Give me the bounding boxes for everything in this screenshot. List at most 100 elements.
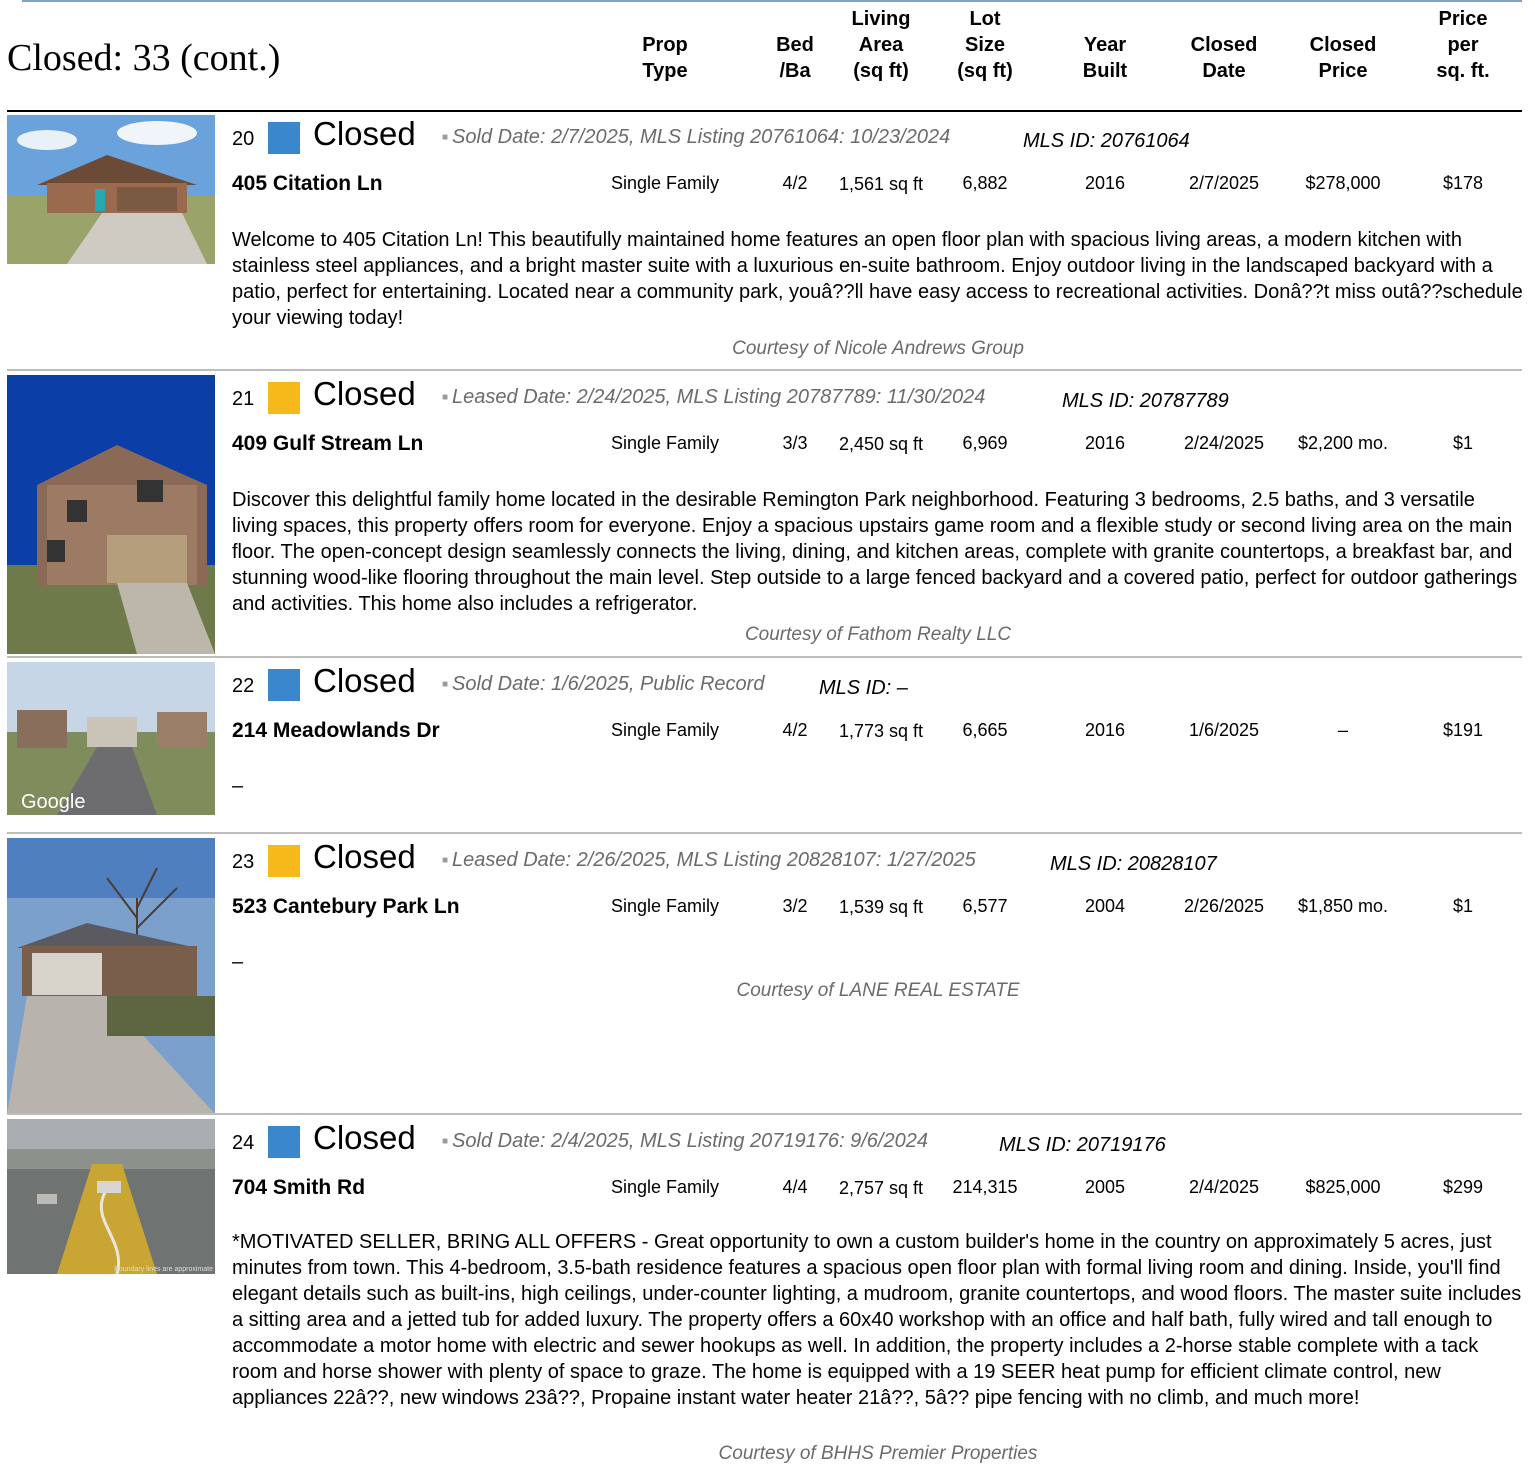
- address-link[interactable]: 405 Citation Ln: [232, 172, 383, 196]
- column-header-price-per-sqft: Price per sq. ft.: [1436, 8, 1490, 82]
- closed-price: –: [1337, 720, 1349, 740]
- year-built: 2016: [1084, 173, 1126, 193]
- street-view-photo[interactable]: Google: [7, 662, 215, 815]
- sale-info: ■ Leased Date: 2/24/2025, MLS Listing 207…: [442, 386, 986, 408]
- prop-type: Single Family: [610, 720, 720, 740]
- price-per-sqft: $1: [1452, 896, 1474, 916]
- address-link[interactable]: 523 Cantebury Park Ln: [232, 895, 460, 919]
- lot-size: 6,882: [962, 173, 1008, 193]
- listing-number: 21: [232, 388, 255, 410]
- closed-date: 2/26/2025: [1183, 896, 1265, 916]
- prop-type: Single Family: [610, 173, 720, 193]
- bed-ba: 3/3: [782, 433, 808, 453]
- top-rule: [22, 0, 1522, 2]
- description: –: [232, 951, 244, 973]
- description: Discover this delightful family home loc…: [232, 489, 1518, 615]
- mls-id: MLS ID: 20761064: [1023, 130, 1190, 152]
- description: Welcome to 405 Citation Ln! This beautif…: [232, 229, 1523, 329]
- google-watermark: Google: [21, 791, 86, 813]
- house-photo[interactable]: [7, 115, 215, 264]
- row-separator: [7, 1113, 1522, 1115]
- courtesy-text: Courtesy of BHHS Premier Properties: [718, 1443, 1038, 1464]
- mls-id: MLS ID: 20787789: [1062, 390, 1229, 412]
- prop-type: Single Family: [610, 1177, 720, 1197]
- listing-number: 24: [232, 1132, 255, 1154]
- prop-type: Single Family: [610, 433, 720, 453]
- prop-type: Single Family: [610, 896, 720, 916]
- listing-number: 20: [232, 128, 255, 150]
- courtesy-text: Courtesy of Nicole Andrews Group: [732, 338, 1024, 359]
- closed-date: 2/24/2025: [1183, 433, 1265, 453]
- year-built: 2004: [1084, 896, 1126, 916]
- closed-price: $825,000: [1305, 1177, 1381, 1197]
- sold-status-swatch: [268, 1126, 300, 1158]
- year-built: 2005: [1084, 1177, 1126, 1197]
- row-separator: [7, 832, 1522, 834]
- closed-price: $1,850 mo.: [1297, 896, 1389, 916]
- listing-row: 23 Closed ■ Leased Date: 2/26/2025, MLS L…: [0, 835, 1535, 1115]
- bed-ba: 4/2: [782, 173, 808, 193]
- sale-info: ■ Sold Date: 1/6/2025, Public Record: [442, 673, 765, 695]
- column-header-prop-type: Prop Type: [642, 34, 688, 82]
- column-header-closed-date: Closed Date: [1190, 34, 1258, 82]
- row-separator: [7, 369, 1522, 371]
- column-header-living-area: Living Area (sq ft): [851, 8, 911, 82]
- address-link[interactable]: 409 Gulf Stream Ln: [232, 432, 423, 456]
- bed-ba: 4/4: [782, 1177, 808, 1197]
- page-title: Closed: 33 (cont.): [7, 37, 281, 79]
- listing-row: Boundary lines are approximate 24 Closed…: [0, 1116, 1535, 1467]
- house-photo[interactable]: [7, 838, 215, 1114]
- aerial-photo[interactable]: Boundary lines are approximate: [7, 1119, 215, 1274]
- sale-info: ■ Sold Date: 2/7/2025, MLS Listing 207610…: [442, 126, 951, 148]
- listing-row: 21 Closed ■ Leased Date: 2/24/2025, MLS L…: [0, 372, 1535, 658]
- price-per-sqft: $1: [1452, 433, 1474, 453]
- status-label: Closed: [313, 1119, 416, 1156]
- lot-size: 6,969: [962, 433, 1008, 453]
- closed-date: 1/6/2025: [1188, 720, 1260, 740]
- living-area: 1,539 sq ft: [838, 897, 924, 917]
- bed-ba: 3/2: [782, 896, 808, 916]
- column-header-closed-price: Closed Price: [1309, 34, 1377, 82]
- price-per-sqft: $191: [1442, 720, 1484, 740]
- description: –: [232, 775, 244, 797]
- status-label: Closed: [313, 375, 416, 412]
- status-label: Closed: [313, 662, 416, 699]
- sale-info: ■ Leased Date: 2/26/2025, MLS Listing 208…: [442, 849, 976, 871]
- living-area: 2,757 sq ft: [838, 1178, 924, 1198]
- description: *MOTIVATED SELLER, BRING ALL OFFERS - Gr…: [232, 1231, 1522, 1409]
- lot-size: 214,315: [952, 1177, 1018, 1197]
- leased-status-swatch: [268, 382, 300, 414]
- closed-price: $278,000: [1305, 173, 1381, 193]
- living-area: 2,450 sq ft: [838, 434, 924, 454]
- sold-status-swatch: [268, 669, 300, 701]
- lot-size: 6,577: [962, 896, 1008, 916]
- column-header-year-built: Year Built: [1082, 34, 1128, 82]
- sold-status-swatch: [268, 122, 300, 154]
- price-per-sqft: $299: [1442, 1177, 1484, 1197]
- price-per-sqft: $178: [1442, 173, 1484, 193]
- listing-number: 23: [232, 851, 255, 873]
- address-link[interactable]: 214 Meadowlands Dr: [232, 719, 440, 743]
- column-header-lot-size: Lot Size (sq ft): [957, 8, 1013, 82]
- sale-info: ■ Sold Date: 2/4/2025, MLS Listing 207191…: [442, 1130, 928, 1152]
- house-photo[interactable]: [7, 375, 215, 654]
- closed-date: 2/7/2025: [1188, 173, 1260, 193]
- closed-date: 2/4/2025: [1188, 1177, 1260, 1197]
- lot-size: 6,665: [962, 720, 1008, 740]
- mls-id: MLS ID: –: [819, 677, 908, 699]
- listing-row: 20 Closed ■ Sold Date: 2/7/2025, MLS List…: [0, 112, 1535, 371]
- courtesy-text: Courtesy of LANE REAL ESTATE: [736, 980, 1020, 1001]
- year-built: 2016: [1084, 720, 1126, 740]
- status-label: Closed: [313, 838, 416, 875]
- listing-row: Google 22 Closed ■ Sold Date: 1/6/2025, P…: [0, 659, 1535, 834]
- living-area: 1,773 sq ft: [838, 721, 924, 741]
- mls-id: MLS ID: 20719176: [999, 1134, 1166, 1156]
- bed-ba: 4/2: [782, 720, 808, 740]
- boundary-watermark: Boundary lines are approximate: [114, 1266, 213, 1273]
- address-link[interactable]: 704 Smith Rd: [232, 1176, 365, 1200]
- closed-price: $2,200 mo.: [1297, 433, 1389, 453]
- living-area: 1,561 sq ft: [838, 174, 924, 194]
- mls-id: MLS ID: 20828107: [1050, 853, 1217, 875]
- leased-status-swatch: [268, 845, 300, 877]
- year-built: 2016: [1084, 433, 1126, 453]
